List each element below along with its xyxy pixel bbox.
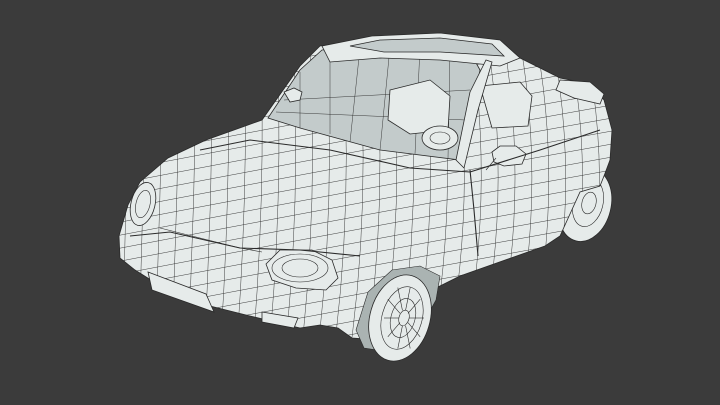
mesh-line-vertical bbox=[106, 20, 116, 380]
car-wireframe-model bbox=[90, 20, 650, 380]
steering-wheel bbox=[421, 125, 459, 151]
mesh-line-vertical bbox=[90, 20, 100, 380]
viewport bbox=[0, 0, 720, 405]
mesh-line-vertical bbox=[618, 20, 650, 380]
